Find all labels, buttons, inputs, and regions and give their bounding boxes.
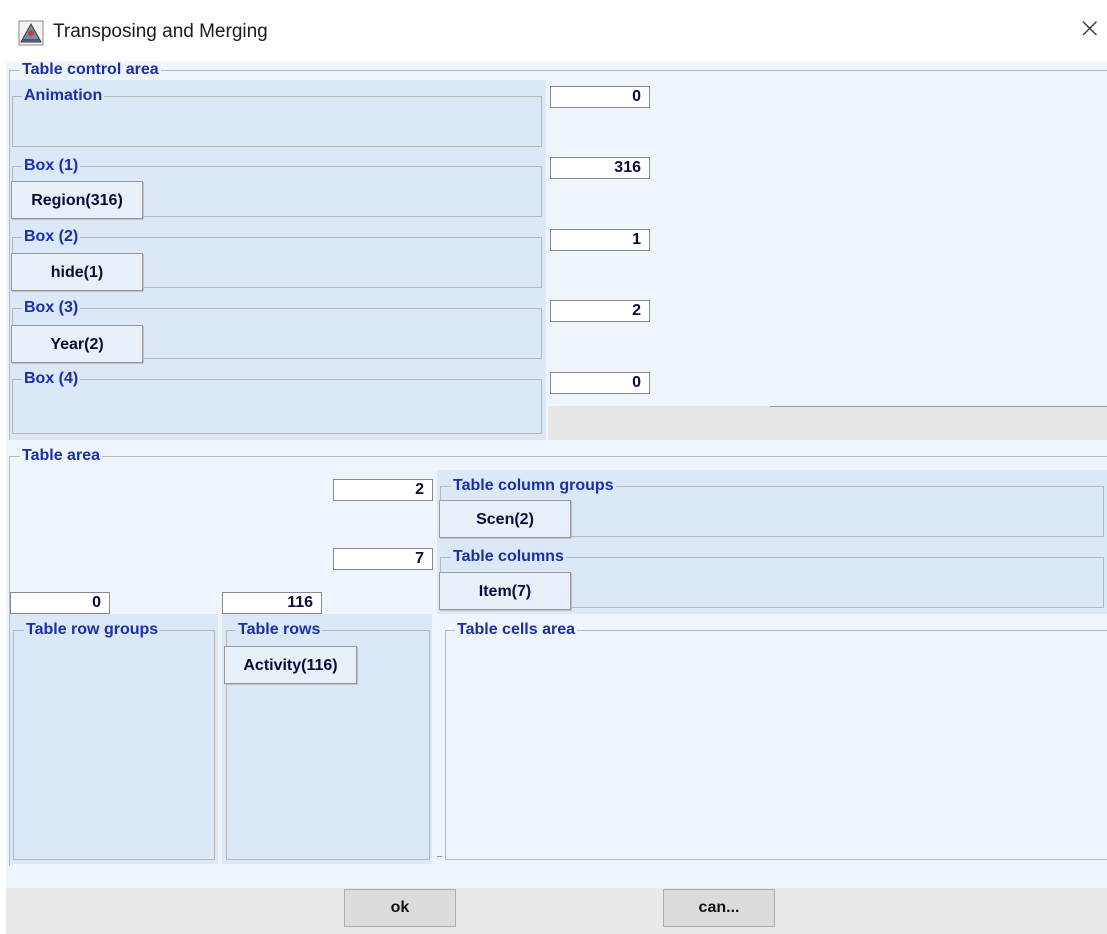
scen-chip[interactable]: Scen(2) [439, 500, 571, 538]
row-groups-dropzone[interactable] [13, 630, 215, 860]
box3-label: Box (3) [22, 299, 81, 317]
box1-label: Box (1) [22, 157, 81, 175]
item-chip[interactable]: Item(7) [439, 572, 571, 610]
box3-count-field[interactable]: 2 [550, 300, 650, 322]
row-groups-label: Table row groups [24, 621, 161, 639]
cancel-button[interactable]: can... [663, 889, 775, 927]
year-chip[interactable]: Year(2) [11, 325, 143, 363]
java-app-icon [18, 20, 44, 46]
box4-count-field[interactable]: 0 [550, 372, 650, 394]
column-groups-count-field[interactable]: 2 [333, 479, 433, 501]
box2-count-field[interactable]: 1 [550, 229, 650, 251]
row-groups-count-field[interactable]: 0 [10, 592, 110, 614]
button-bar [6, 888, 1107, 934]
column-groups-label: Table column groups [451, 477, 616, 495]
region-chip[interactable]: Region(316) [11, 181, 143, 219]
activity-chip[interactable]: Activity(116) [224, 646, 357, 684]
hide-chip[interactable]: hide(1) [11, 253, 143, 291]
ok-button[interactable]: ok [344, 889, 456, 927]
table-control-area-label: Table control area [20, 61, 161, 79]
status-bar-divider [770, 406, 1107, 407]
box4-dropzone[interactable] [12, 379, 542, 434]
animation-count-field[interactable]: 0 [550, 86, 650, 108]
rows-label: Table rows [236, 621, 323, 639]
box2-label: Box (2) [22, 228, 81, 246]
cells-label: Table cells area [455, 621, 577, 639]
box4-label: Box (4) [22, 370, 81, 388]
cells-corner-tick [437, 856, 442, 857]
columns-count-field[interactable]: 7 [333, 548, 433, 570]
control-area-status-bar [548, 406, 1107, 440]
close-icon[interactable]: × [1078, 14, 1101, 42]
columns-label: Table columns [451, 548, 566, 566]
window-title: Transposing and Merging [53, 21, 268, 42]
cells-area [445, 630, 1107, 860]
table-area-label: Table area [20, 447, 102, 465]
box1-count-field[interactable]: 316 [550, 157, 650, 179]
rows-count-field[interactable]: 116 [222, 592, 322, 614]
animation-label: Animation [22, 87, 105, 105]
